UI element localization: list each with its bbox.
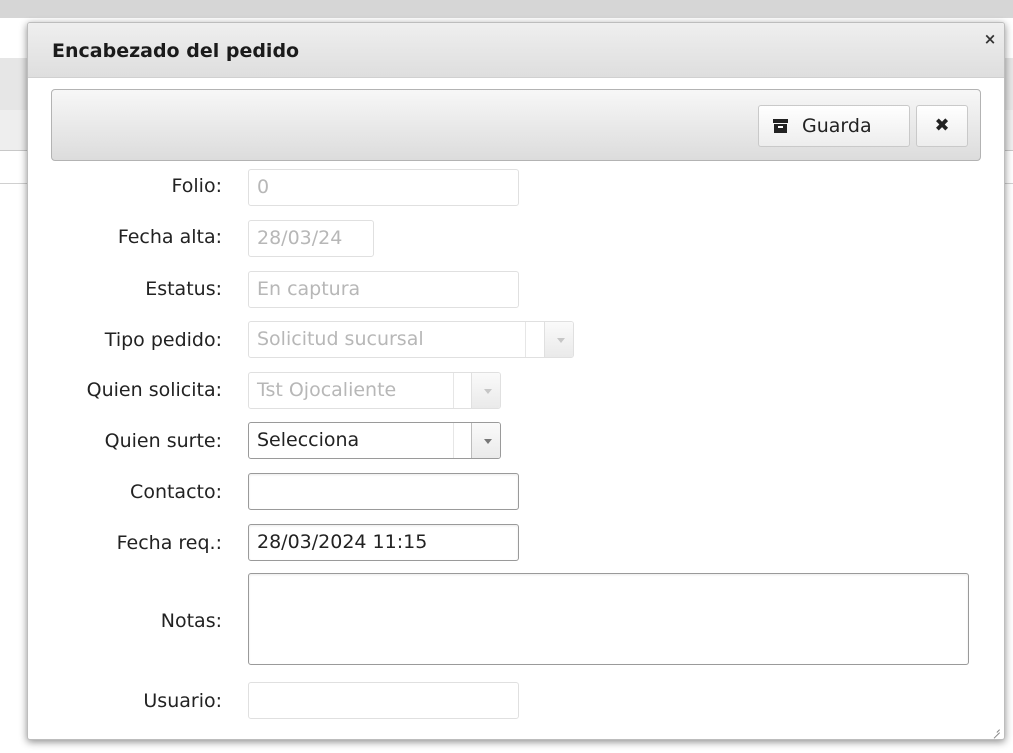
background-page-header [0,0,1013,18]
notas-label: Notas: [160,610,222,632]
folio-field[interactable]: 0 [248,169,519,206]
usuario-label: Usuario: [143,690,222,712]
usuario-field[interactable] [248,682,519,719]
tipo-pedido-chevron-down-icon[interactable] [544,322,573,357]
quien-surte-value: Selecciona [257,429,360,451]
quien-solicita-label: Quien solicita: [86,379,222,401]
close-button[interactable]: ✖ [916,105,968,147]
contacto-field[interactable] [248,473,519,510]
estatus-field[interactable]: En captura [248,271,519,308]
tipo-pedido-label: Tipo pedido: [104,329,222,351]
tipo-pedido-value: Solicitud sucursal [257,328,424,350]
quien-solicita-select[interactable]: Tst Ojocaliente [248,372,501,409]
quien-surte-chevron-down-icon[interactable] [471,423,500,458]
archive-icon [773,119,788,133]
dialog-title: Encabezado del pedido [52,40,300,62]
quien-solicita-value: Tst Ojocaliente [257,379,397,401]
notas-textarea[interactable] [248,573,969,665]
folio-label: Folio: [171,175,222,197]
fecha-alta-label: Fecha alta: [117,226,222,248]
fecha-req-field[interactable]: 28/03/2024 11:15 [248,524,519,561]
fecha-alta-field[interactable]: 28/03/24 [248,220,374,257]
close-icon: ✖ [934,115,950,136]
resize-grip-icon[interactable] [992,727,1000,739]
quien-solicita-chevron-down-icon[interactable] [471,373,500,408]
dialog-toolbar: Guarda ✖ [51,89,981,161]
save-button-label: Guarda [802,115,872,137]
order-header-dialog: Encabezado del pedido × Guarda ✖ Folio: … [27,22,1005,740]
save-button[interactable]: Guarda [758,105,910,147]
fecha-req-label: Fecha req.: [116,532,222,554]
tipo-pedido-select[interactable]: Solicitud sucursal [248,321,574,358]
dialog-titlebar[interactable]: Encabezado del pedido × [28,23,1004,78]
contacto-label: Contacto: [130,481,222,503]
quien-surte-label: Quien surte: [104,430,222,452]
estatus-label: Estatus: [145,278,222,300]
quien-surte-select[interactable]: Selecciona [248,422,501,459]
dialog-close-icon[interactable]: × [982,31,998,47]
